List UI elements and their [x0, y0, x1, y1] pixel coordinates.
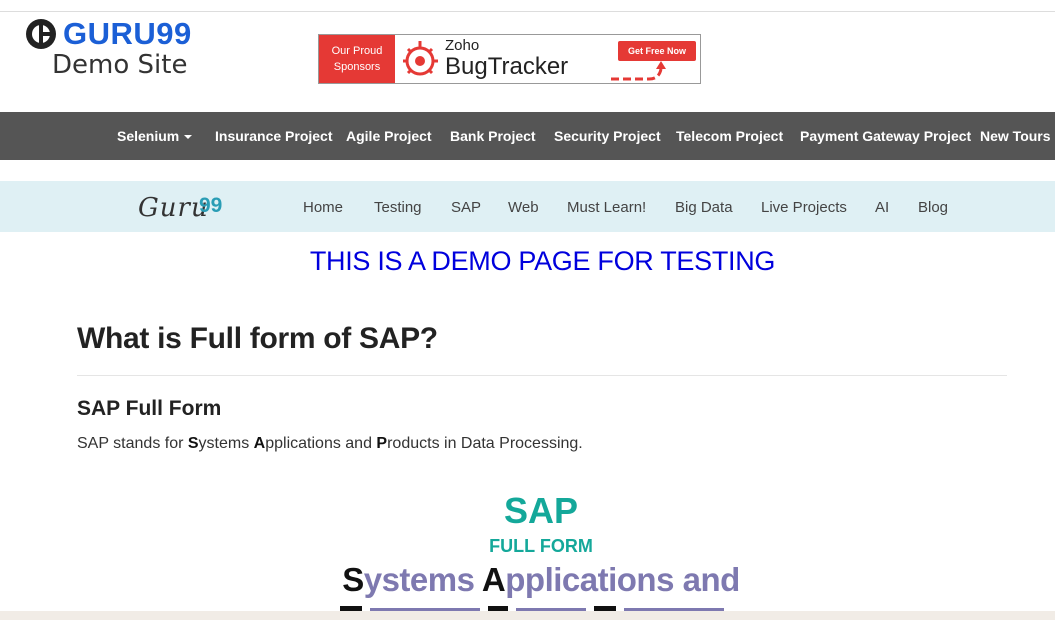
demo-page-banner: THIS IS A DEMO PAGE FOR TESTING: [309, 246, 776, 276]
para-text-prefix: SAP stands for: [77, 435, 188, 452]
sponsor-label: Our Proud Sponsors: [319, 35, 395, 83]
site-logo[interactable]: GURU99 Demo Site: [25, 16, 225, 86]
sap-definition-paragraph: SAP stands for Systems Applications and …: [77, 435, 583, 453]
sponsor-product: BugTracker: [445, 53, 569, 80]
para-text-roducts: roducts in Data Processing.: [387, 435, 583, 452]
bottom-bar: [0, 611, 1055, 620]
para-letter-a: A: [253, 435, 266, 452]
nav-item-telecom-project[interactable]: Telecom Project: [676, 112, 783, 160]
get-free-now-button[interactable]: Get Free Now: [618, 41, 696, 61]
sponsor-banner[interactable]: Our Proud Sponsors Zoho BugTracker Get F…: [318, 34, 701, 84]
sponsor-company: Zoho: [445, 37, 480, 54]
guru99-logo-icon: [26, 19, 56, 49]
nav-item-insurance-project[interactable]: Insurance Project: [215, 112, 333, 160]
nav-link-live-projects[interactable]: Live Projects: [761, 181, 847, 232]
guru99-nav-logo-number: 99: [199, 194, 223, 217]
nav-link-big-data[interactable]: Big Data: [675, 181, 733, 232]
top-navigation: Selenium Insurance Project Agile Project…: [0, 112, 1055, 160]
nav-link-web[interactable]: Web: [508, 181, 539, 232]
sap-graphic-title: SAP: [503, 490, 579, 531]
brand-subtitle: Demo Site: [52, 50, 188, 80]
nav-item-security-project[interactable]: Security Project: [554, 112, 661, 160]
para-text-ystems: ystems: [198, 435, 254, 452]
graphic-text-ystems: ystems: [363, 561, 482, 598]
para-letter-p: P: [376, 435, 388, 452]
graphic-text-pplications: pplications and: [505, 561, 740, 598]
nav-item-payment-gateway-project[interactable]: Payment Gateway Project: [800, 112, 971, 160]
nav-link-testing[interactable]: Testing: [374, 181, 422, 232]
nav-link-must-learn[interactable]: Must Learn!: [567, 181, 646, 232]
nav-item-new-tours[interactable]: New Tours: [980, 112, 1051, 160]
nav-item-bank-project[interactable]: Bank Project: [450, 112, 536, 160]
graphic-letter-s: S: [342, 561, 364, 598]
nav-link-sap[interactable]: SAP: [451, 181, 481, 232]
dashed-arrow-icon: [611, 61, 666, 81]
nav-link-blog[interactable]: Blog: [918, 181, 948, 232]
para-letter-s: S: [187, 435, 199, 452]
nav-item-agile-project[interactable]: Agile Project: [346, 112, 432, 160]
caret-down-icon: [184, 135, 193, 140]
section-heading: SAP Full Form: [77, 397, 222, 420]
sap-graphic-words: Systems Applications and: [0, 561, 1055, 599]
sponsor-text: Zoho BugTracker: [445, 38, 568, 83]
nav-item-label: Selenium: [117, 128, 180, 144]
sap-graphic-subtitle: FULL FORM: [489, 536, 593, 556]
sponsor-label-line2: Sponsors: [333, 61, 381, 73]
guru99-navigation: Guru 99 Home Testing SAP Web Must Learn!…: [0, 181, 1055, 232]
heading-divider: [77, 375, 1007, 376]
brand-name: GURU99: [63, 16, 192, 51]
top-divider: [0, 11, 1055, 12]
para-text-pplications: pplications and: [265, 435, 377, 452]
bug-icon: [403, 41, 438, 76]
nav-link-home[interactable]: Home: [303, 181, 343, 232]
graphic-letter-a: A: [481, 561, 506, 598]
sponsor-label-line1: Our Proud: [331, 45, 383, 57]
page-title: What is Full form of SAP?: [77, 322, 438, 355]
nav-link-ai[interactable]: AI: [875, 181, 889, 232]
nav-item-selenium[interactable]: Selenium: [117, 112, 193, 160]
